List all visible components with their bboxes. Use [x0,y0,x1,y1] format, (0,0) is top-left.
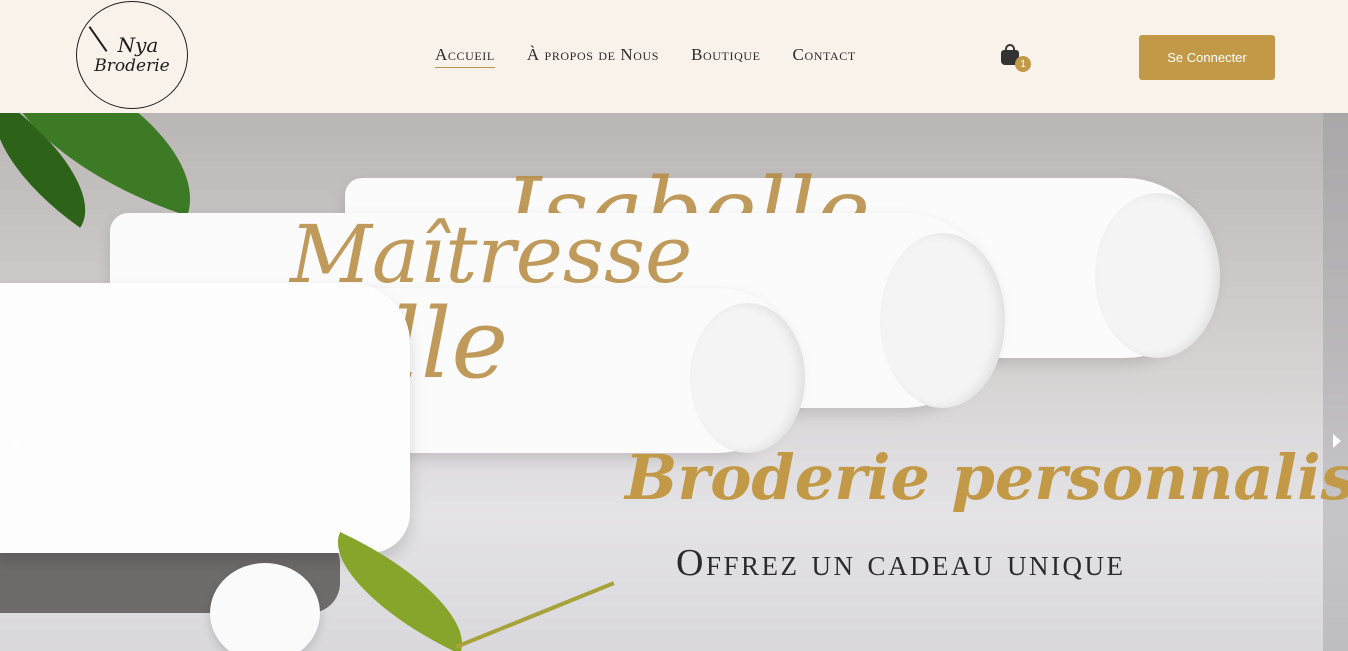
hero-slider: Isabelle Maîtresse lle Broderie personna… [0,113,1348,651]
login-button[interactable]: Se Connecter [1139,35,1275,80]
chevron-right-icon[interactable] [1333,434,1341,448]
cart-button[interactable]: 1 [1001,44,1031,72]
towel-roll-end [880,233,1005,408]
flower-stem-decoration [455,581,615,649]
brand-logo[interactable]: Nya Broderie [76,1,188,109]
hero-title: Broderie personnalisée [625,441,1348,514]
towel-roll-end [690,303,805,453]
folded-towel-stack [0,283,410,553]
chevron-left-icon[interactable] [10,434,18,448]
nav-item-accueil[interactable]: Accueil [435,45,495,68]
logo-text-nya: Nya [117,33,159,57]
main-nav: Accueil À propos de Nous Boutique Contac… [435,45,856,68]
site-header: Nya Broderie Accueil À propos de Nous Bo… [0,0,1348,113]
flower-leaf-decoration [314,532,486,651]
logo-text-broderie: Broderie [94,56,170,76]
nav-item-a-propos[interactable]: À propos de Nous [527,45,659,68]
hero-subtitle: Offrez un cadeau unique [676,542,1126,584]
towel-roll-end [1095,193,1220,358]
nav-item-contact[interactable]: Contact [793,45,856,68]
nav-item-boutique[interactable]: Boutique [691,45,760,68]
hero-edge-shade [1323,113,1348,651]
needle-icon [88,26,108,52]
cart-count-badge: 1 [1015,56,1031,72]
